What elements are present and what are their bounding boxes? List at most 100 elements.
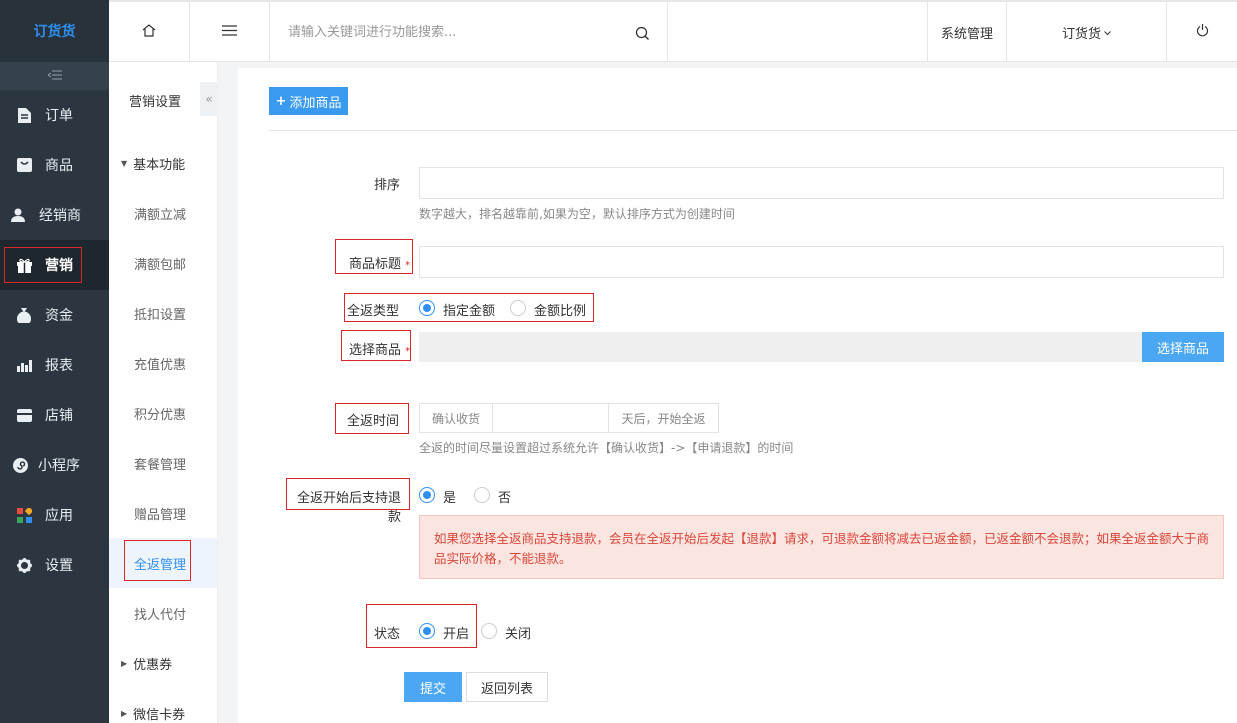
select-goods-button[interactable]: 选择商品 [1142, 332, 1224, 362]
status-label: 状态 [373, 627, 400, 642]
power-icon [1196, 23, 1209, 41]
app-logo[interactable]: 订货货 [0, 0, 109, 62]
highlight-box [124, 540, 191, 581]
subnav-item[interactable]: 抵扣设置 [109, 288, 217, 338]
search-icon[interactable] [635, 26, 650, 45]
bar-chart-icon [16, 357, 32, 373]
subnav-item[interactable]: 找人代付 [109, 588, 217, 638]
sidebar-item-marketing[interactable]: 营销 [0, 240, 109, 290]
refund-option-no: 否 [498, 491, 512, 506]
type-option-ratio: 金额比例 [534, 304, 587, 319]
sidebar-item-dealers[interactable]: 经销商 [0, 190, 109, 240]
account-menu[interactable]: 订货货 [1007, 2, 1167, 62]
sidebar-item-store[interactable]: 店铺 [0, 390, 109, 440]
divider [269, 130, 1237, 131]
goods-icon [16, 157, 32, 173]
subnav-group-label: 微信卡券 [133, 707, 186, 723]
menu-button[interactable] [190, 2, 270, 62]
type-radio-amount[interactable] [419, 300, 435, 316]
main-sidebar: 订货货 订单 商品 经销商 营销 资金 报表 店铺 小程序 应用 设置 [0, 0, 109, 723]
goods-label: 选择商品 * [344, 339, 410, 358]
subnav-item[interactable]: 满额立减 [109, 188, 217, 238]
search-input[interactable] [270, 2, 668, 62]
back-to-list-button[interactable]: 返回列表 [466, 672, 548, 702]
selected-goods-field [419, 332, 1142, 362]
sidebar-item-label: 设置 [45, 558, 73, 574]
time-label: 全返时间 [346, 414, 399, 429]
caret-down-icon: ▼ [121, 158, 128, 168]
sidebar-collapse-toggle[interactable] [0, 62, 109, 90]
type-radio-ratio[interactable] [510, 300, 526, 316]
time-prefix: 确认收货 [419, 403, 493, 433]
home-button[interactable] [109, 2, 190, 62]
goods-label-text: 选择商品 [348, 343, 401, 358]
money-bag-icon [16, 307, 32, 323]
system-menu[interactable]: 系统管理 [927, 2, 1007, 62]
add-goods-label: 添加商品 [289, 95, 342, 111]
subnav-item[interactable]: 满额包邮 [109, 238, 217, 288]
time-suffix: 天后，开始全返 [608, 403, 719, 433]
user-icon [10, 207, 26, 223]
subnav-item[interactable]: 赠品管理 [109, 488, 217, 538]
top-bar: 系统管理 订货货 [109, 0, 1237, 62]
refund-radio-yes[interactable] [419, 487, 435, 503]
sidebar-item-orders[interactable]: 订单 [0, 90, 109, 140]
subnav-group-coupon[interactable]: ▶ 优惠券 [109, 638, 217, 688]
status-radio-off[interactable] [481, 623, 497, 639]
sort-input[interactable] [419, 167, 1224, 199]
subnav-item[interactable]: 充值优惠 [109, 338, 217, 388]
sidebar-item-label: 应用 [45, 508, 73, 524]
sidebar-item-label: 经销商 [39, 208, 81, 224]
add-goods-button[interactable]: + 添加商品 [269, 87, 348, 115]
sidebar-item-settings[interactable]: 设置 [0, 540, 109, 590]
gear-icon [16, 557, 32, 573]
time-days-input[interactable] [492, 403, 609, 433]
sidebar-item-label: 商品 [45, 158, 73, 174]
secondary-sidebar: 营销设置 ▼ 基本功能 满额立减 满额包邮 抵扣设置 充值优惠 积分优惠 套餐管… [109, 62, 218, 723]
subnav-item-full-return[interactable]: 全返管理 [109, 538, 217, 588]
refund-alert: 如果您选择全返商品支持退款，会员在全返开始后发起【退款】请求，可退款金额将减去已… [419, 515, 1224, 579]
sort-label: 排序 [373, 178, 400, 193]
mini-program-icon [12, 457, 28, 473]
status-option-on: 开启 [443, 627, 470, 642]
refund-option-yes: 是 [443, 491, 457, 506]
subnav-item[interactable]: 积分优惠 [109, 388, 217, 438]
logout-button[interactable] [1167, 2, 1237, 62]
apps-icon [16, 507, 32, 523]
subnav-group-basic[interactable]: ▼ 基本功能 [109, 138, 217, 188]
sidebar-item-funds[interactable]: 资金 [0, 290, 109, 340]
sidebar-item-label: 报表 [45, 358, 73, 374]
type-label: 全返类型 [347, 304, 400, 319]
sidebar-item-reports[interactable]: 报表 [0, 340, 109, 390]
chevron-down-icon [1104, 25, 1111, 40]
document-icon [16, 107, 32, 123]
subnav-collapse-button[interactable]: « [200, 82, 218, 116]
refund-radio-no[interactable] [474, 487, 490, 503]
status-radio-on[interactable] [419, 623, 435, 639]
subnav-item[interactable]: 套餐管理 [109, 438, 217, 488]
caret-right-icon: ▶ [121, 708, 128, 718]
status-option-off: 关闭 [505, 627, 532, 642]
sidebar-item-mini-program[interactable]: 小程序 [0, 440, 109, 490]
title-label: 商品标题 * [340, 253, 410, 272]
subnav-group-label: 基本功能 [133, 157, 186, 173]
required-mark: * [405, 346, 410, 357]
sidebar-item-label: 小程序 [38, 458, 80, 474]
sidebar-item-goods[interactable]: 商品 [0, 140, 109, 190]
subnav-group-wechat[interactable]: ▶ 微信卡券 [109, 688, 217, 723]
sidebar-item-apps[interactable]: 应用 [0, 490, 109, 540]
submit-button[interactable]: 提交 [404, 672, 462, 702]
sidebar-item-label: 订单 [45, 108, 73, 124]
list-collapse-icon [46, 70, 62, 83]
subnav-group-label: 优惠券 [133, 657, 173, 673]
caret-right-icon: ▶ [121, 658, 128, 668]
title-label-text: 商品标题 [348, 257, 401, 272]
highlight-box [4, 247, 82, 283]
refund-label: 全返开始后支持退款 [296, 491, 401, 525]
required-mark: * [405, 260, 410, 271]
sort-hint: 数字越大，排名越靠前,如果为空，默认排序方式为创建时间 [419, 207, 735, 221]
hamburger-icon [222, 24, 237, 40]
home-icon [142, 23, 156, 41]
title-input[interactable] [419, 246, 1224, 278]
double-chevron-left-icon: « [205, 92, 213, 106]
